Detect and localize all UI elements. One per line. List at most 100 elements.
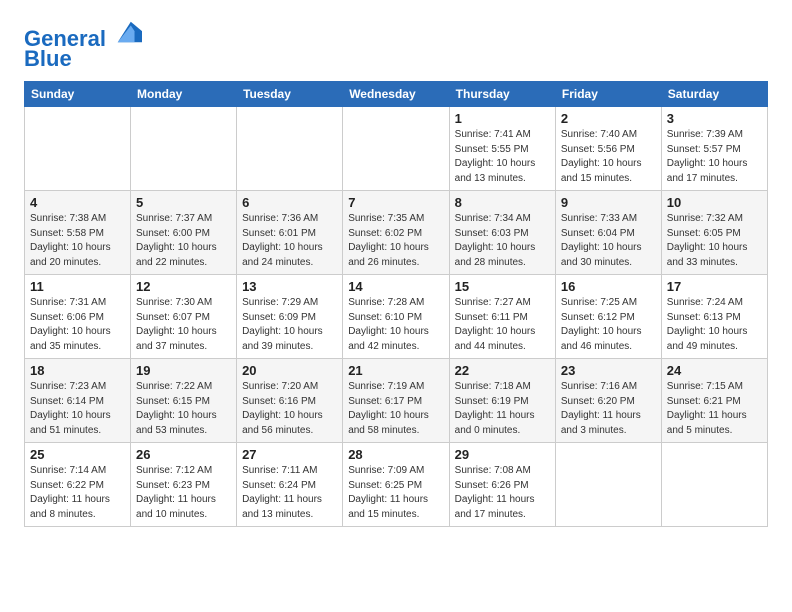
day-info: Sunrise: 7:40 AM Sunset: 5:56 PM Dayligh… xyxy=(561,128,656,186)
day-info: Sunrise: 7:11 AM Sunset: 6:24 PM Dayligh… xyxy=(242,464,337,522)
calendar-cell: 4 Sunrise: 7:38 AM Sunset: 5:58 PM Daylig… xyxy=(25,191,131,275)
calendar-cell: 25 Sunrise: 7:14 AM Sunset: 6:22 PM Dayli… xyxy=(25,443,131,527)
calendar-cell xyxy=(555,443,661,527)
calendar-cell xyxy=(25,107,131,191)
calendar-cell: 27 Sunrise: 7:11 AM Sunset: 6:24 PM Dayli… xyxy=(237,443,343,527)
day-number: 24 xyxy=(667,363,762,378)
day-number: 4 xyxy=(30,195,125,210)
day-info: Sunrise: 7:38 AM Sunset: 5:58 PM Dayligh… xyxy=(30,212,125,270)
calendar-cell: 15 Sunrise: 7:27 AM Sunset: 6:11 PM Dayli… xyxy=(449,275,555,359)
calendar-cell xyxy=(131,107,237,191)
day-number: 15 xyxy=(455,279,550,294)
weekday-header: Monday xyxy=(131,82,237,107)
weekday-header: Friday xyxy=(555,82,661,107)
day-number: 12 xyxy=(136,279,231,294)
calendar-cell: 6 Sunrise: 7:36 AM Sunset: 6:01 PM Daylig… xyxy=(237,191,343,275)
calendar-week-row: 18Sunrise: 7:23 AM Sunset: 6:14 PM Dayli… xyxy=(25,359,768,443)
weekday-header: Wednesday xyxy=(343,82,449,107)
day-number: 26 xyxy=(136,447,231,462)
day-info: Sunrise: 7:09 AM Sunset: 6:25 PM Dayligh… xyxy=(348,464,443,522)
calendar-cell xyxy=(343,107,449,191)
day-number: 1 xyxy=(455,111,550,126)
day-info: Sunrise: 7:20 AM Sunset: 6:16 PM Dayligh… xyxy=(242,380,337,438)
day-number: 28 xyxy=(348,447,443,462)
day-info: Sunrise: 7:08 AM Sunset: 6:26 PM Dayligh… xyxy=(455,464,550,522)
calendar-cell xyxy=(237,107,343,191)
day-info: Sunrise: 7:32 AM Sunset: 6:05 PM Dayligh… xyxy=(667,212,762,270)
day-info: Sunrise: 7:28 AM Sunset: 6:10 PM Dayligh… xyxy=(348,296,443,354)
day-info: Sunrise: 7:27 AM Sunset: 6:11 PM Dayligh… xyxy=(455,296,550,354)
calendar-cell: 19Sunrise: 7:22 AM Sunset: 6:15 PM Dayli… xyxy=(131,359,237,443)
day-info: Sunrise: 7:34 AM Sunset: 6:03 PM Dayligh… xyxy=(455,212,550,270)
calendar-cell: 5 Sunrise: 7:37 AM Sunset: 6:00 PM Daylig… xyxy=(131,191,237,275)
day-info: Sunrise: 7:24 AM Sunset: 6:13 PM Dayligh… xyxy=(667,296,762,354)
day-number: 29 xyxy=(455,447,550,462)
day-info: Sunrise: 7:14 AM Sunset: 6:22 PM Dayligh… xyxy=(30,464,125,522)
calendar-cell: 26 Sunrise: 7:12 AM Sunset: 6:23 PM Dayli… xyxy=(131,443,237,527)
calendar-cell: 9 Sunrise: 7:33 AM Sunset: 6:04 PM Daylig… xyxy=(555,191,661,275)
calendar-cell: 22 Sunrise: 7:18 AM Sunset: 6:19 PM Dayli… xyxy=(449,359,555,443)
day-number: 23 xyxy=(561,363,656,378)
calendar-table: SundayMondayTuesdayWednesdayThursdayFrid… xyxy=(24,81,768,527)
calendar-cell: 23 Sunrise: 7:16 AM Sunset: 6:20 PM Dayli… xyxy=(555,359,661,443)
logo: General Blue xyxy=(24,18,142,71)
calendar-cell: 18Sunrise: 7:23 AM Sunset: 6:14 PM Dayli… xyxy=(25,359,131,443)
calendar-cell: 3 Sunrise: 7:39 AM Sunset: 5:57 PM Daylig… xyxy=(661,107,767,191)
calendar-cell: 14 Sunrise: 7:28 AM Sunset: 6:10 PM Dayli… xyxy=(343,275,449,359)
weekday-header: Thursday xyxy=(449,82,555,107)
day-info: Sunrise: 7:30 AM Sunset: 6:07 PM Dayligh… xyxy=(136,296,231,354)
day-number: 18 xyxy=(30,363,125,378)
calendar-cell: 28 Sunrise: 7:09 AM Sunset: 6:25 PM Dayli… xyxy=(343,443,449,527)
weekday-header: Sunday xyxy=(25,82,131,107)
day-info: Sunrise: 7:16 AM Sunset: 6:20 PM Dayligh… xyxy=(561,380,656,438)
day-info: Sunrise: 7:35 AM Sunset: 6:02 PM Dayligh… xyxy=(348,212,443,270)
day-number: 21 xyxy=(348,363,443,378)
day-number: 16 xyxy=(561,279,656,294)
calendar-cell: 11 Sunrise: 7:31 AM Sunset: 6:06 PM Dayli… xyxy=(25,275,131,359)
day-number: 13 xyxy=(242,279,337,294)
calendar-cell: 17 Sunrise: 7:24 AM Sunset: 6:13 PM Dayli… xyxy=(661,275,767,359)
calendar-week-row: 25 Sunrise: 7:14 AM Sunset: 6:22 PM Dayli… xyxy=(25,443,768,527)
day-number: 10 xyxy=(667,195,762,210)
day-number: 27 xyxy=(242,447,337,462)
day-number: 9 xyxy=(561,195,656,210)
day-number: 8 xyxy=(455,195,550,210)
day-number: 2 xyxy=(561,111,656,126)
day-number: 19 xyxy=(136,363,231,378)
day-number: 22 xyxy=(455,363,550,378)
day-info: Sunrise: 7:18 AM Sunset: 6:19 PM Dayligh… xyxy=(455,380,550,438)
day-number: 20 xyxy=(242,363,337,378)
calendar-cell: 10 Sunrise: 7:32 AM Sunset: 6:05 PM Dayli… xyxy=(661,191,767,275)
page-header: General Blue xyxy=(24,18,768,71)
day-number: 25 xyxy=(30,447,125,462)
day-number: 3 xyxy=(667,111,762,126)
logo-icon xyxy=(114,18,142,46)
day-info: Sunrise: 7:12 AM Sunset: 6:23 PM Dayligh… xyxy=(136,464,231,522)
calendar-cell: 1 Sunrise: 7:41 AM Sunset: 5:55 PM Daylig… xyxy=(449,107,555,191)
day-info: Sunrise: 7:33 AM Sunset: 6:04 PM Dayligh… xyxy=(561,212,656,270)
calendar-header-row: SundayMondayTuesdayWednesdayThursdayFrid… xyxy=(25,82,768,107)
calendar-week-row: 1 Sunrise: 7:41 AM Sunset: 5:55 PM Daylig… xyxy=(25,107,768,191)
day-info: Sunrise: 7:31 AM Sunset: 6:06 PM Dayligh… xyxy=(30,296,125,354)
day-number: 6 xyxy=(242,195,337,210)
day-number: 14 xyxy=(348,279,443,294)
calendar-week-row: 11 Sunrise: 7:31 AM Sunset: 6:06 PM Dayli… xyxy=(25,275,768,359)
page-container: General Blue SundayMondayTuesdayWednesda… xyxy=(0,0,792,539)
day-info: Sunrise: 7:41 AM Sunset: 5:55 PM Dayligh… xyxy=(455,128,550,186)
day-info: Sunrise: 7:19 AM Sunset: 6:17 PM Dayligh… xyxy=(348,380,443,438)
day-info: Sunrise: 7:36 AM Sunset: 6:01 PM Dayligh… xyxy=(242,212,337,270)
day-number: 17 xyxy=(667,279,762,294)
weekday-header: Tuesday xyxy=(237,82,343,107)
weekday-header: Saturday xyxy=(661,82,767,107)
calendar-cell: 13Sunrise: 7:29 AM Sunset: 6:09 PM Dayli… xyxy=(237,275,343,359)
day-number: 5 xyxy=(136,195,231,210)
calendar-cell: 12 Sunrise: 7:30 AM Sunset: 6:07 PM Dayli… xyxy=(131,275,237,359)
calendar-cell: 16Sunrise: 7:25 AM Sunset: 6:12 PM Dayli… xyxy=(555,275,661,359)
day-number: 11 xyxy=(30,279,125,294)
day-info: Sunrise: 7:39 AM Sunset: 5:57 PM Dayligh… xyxy=(667,128,762,186)
calendar-cell: 20 Sunrise: 7:20 AM Sunset: 6:16 PM Dayli… xyxy=(237,359,343,443)
day-info: Sunrise: 7:37 AM Sunset: 6:00 PM Dayligh… xyxy=(136,212,231,270)
day-info: Sunrise: 7:15 AM Sunset: 6:21 PM Dayligh… xyxy=(667,380,762,438)
calendar-cell: 2 Sunrise: 7:40 AM Sunset: 5:56 PM Daylig… xyxy=(555,107,661,191)
calendar-cell: 29 Sunrise: 7:08 AM Sunset: 6:26 PM Dayli… xyxy=(449,443,555,527)
